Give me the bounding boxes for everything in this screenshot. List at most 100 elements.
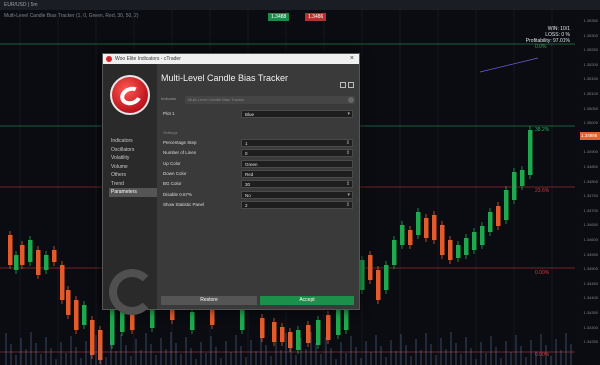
candle-body: [90, 320, 95, 355]
parameter-value: 30: [245, 182, 251, 188]
candle-body: [82, 305, 87, 325]
parameter-row: Down Color Red: [161, 169, 353, 178]
candle-body: [440, 225, 445, 255]
dialog-title: Woo Elite Indicators - cTrader: [115, 56, 181, 62]
level-label: 0.00%: [535, 352, 550, 358]
candle-body: [66, 290, 71, 315]
indicator-subtitle: Multi-Level Candle Bias Tracker (1, 0, G…: [4, 13, 139, 19]
indicator-label: Indicator: [161, 96, 177, 101]
heading-actions: [338, 75, 354, 93]
clear-icon[interactable]: [348, 97, 354, 103]
axis-tick-label: 1.34600: [583, 237, 598, 242]
trading-chart[interactable]: EUR/USD | 5m Multi-Level Candle Bias Tra…: [0, 0, 600, 365]
plot-row: Plot 1 Blue ▾: [161, 110, 353, 118]
parameter-row: Number of Lines 0 ⇕: [161, 149, 353, 158]
parameter-input[interactable]: Red: [241, 169, 353, 178]
spinner-icon[interactable]: ⇕: [346, 181, 350, 187]
parameter-input[interactable]: 0 ⇕: [241, 149, 353, 158]
axis-tick-label: 1.34700: [583, 207, 598, 213]
indicator-select[interactable]: Multi-Level Candle Bias Tracker: [185, 96, 355, 104]
candle-body: [190, 312, 195, 330]
window-tab-label: EUR/USD | 5m: [4, 2, 38, 8]
spinner-icon[interactable]: ⇕: [346, 202, 350, 208]
axis-tick-label: 1.35100: [583, 91, 598, 96]
candle-body: [44, 255, 49, 270]
candle-body: [14, 255, 19, 270]
plot-select[interactable]: Blue ▾: [241, 110, 353, 118]
axis-tick-label: 1.34300: [583, 324, 598, 330]
nav-item-indicators[interactable]: Indicators: [109, 137, 157, 146]
axis-tick-label: 1.35200: [583, 61, 598, 67]
nav-item-volatility[interactable]: Volatility: [109, 154, 157, 163]
candle-body: [480, 226, 485, 245]
parameter-row: Show Statistic Panel 2 ⇕: [161, 200, 353, 209]
dialog-content: Multi-Level Candle Bias Tracker Indicato…: [158, 64, 359, 309]
candle-body: [376, 270, 381, 300]
candle-body: [288, 332, 293, 348]
axis-tick-label: 1.34250: [583, 339, 598, 345]
nav-item-trend[interactable]: Trend: [109, 180, 157, 189]
parameter-row: Percentage Step 1 ⇕: [161, 139, 353, 147]
indicator-value: Multi-Level Candle Bias Tracker: [188, 97, 245, 102]
axis-tick-label: 1.34750: [583, 193, 598, 199]
sell-price-button[interactable]: 1.3486: [305, 13, 327, 21]
candle-body: [464, 238, 469, 255]
spinner-icon[interactable]: ⇕: [346, 150, 350, 156]
current-price-tag: 1.34886: [580, 132, 600, 140]
nav-item-parameters[interactable]: Parameters: [109, 188, 157, 197]
watermark-logo-icon: [109, 269, 155, 315]
parameter-label: Number of Lines: [163, 150, 197, 156]
candle-body: [28, 240, 33, 262]
indicator-settings-dialog: Woo Elite Indicators - cTrader × Indicat…: [102, 53, 360, 315]
axis-tick-label: 1.34650: [583, 222, 598, 228]
parameter-value: Red: [245, 171, 254, 177]
chevron-down-icon[interactable]: ▾: [347, 192, 350, 198]
candle-body: [240, 310, 245, 330]
load-icon[interactable]: [348, 82, 354, 88]
candle-body: [360, 260, 365, 290]
candle-body: [408, 230, 413, 245]
parameter-value: 0: [245, 151, 248, 157]
parameter-value: Green: [245, 161, 258, 167]
candle-body: [110, 305, 115, 345]
nav-item-others[interactable]: Others: [109, 171, 157, 180]
candle-body: [326, 315, 331, 340]
parameter-input[interactable]: 30 ⇕: [241, 180, 353, 189]
parameter-value: 2: [245, 202, 248, 208]
candle-body: [316, 320, 321, 345]
candle-body: [512, 172, 517, 200]
candle-body: [150, 308, 155, 328]
parameter-input[interactable]: Green: [241, 159, 353, 168]
spinner-icon[interactable]: ⇕: [346, 140, 350, 146]
window-tab[interactable]: EUR/USD | 5m: [0, 0, 600, 10]
axis-tick-label: 1.34350: [583, 310, 598, 315]
candle-body: [60, 265, 65, 300]
buy-price-button[interactable]: 1.3488: [268, 13, 290, 21]
axis-tick-label: 1.35050: [583, 105, 598, 111]
restore-button[interactable]: Restore: [161, 296, 257, 305]
dialog-titlebar[interactable]: Woo Elite Indicators - cTrader ×: [103, 54, 359, 64]
close-icon[interactable]: ×: [350, 55, 354, 62]
axis-tick-label: 1.34450: [583, 280, 598, 286]
candle-body: [496, 206, 501, 226]
parameter-input[interactable]: 2 ⇕: [241, 200, 353, 209]
dialog-sidebar: Indicators Oscillators Volatility Volume…: [103, 64, 157, 315]
candle-body: [400, 225, 405, 245]
candle-body: [384, 265, 389, 290]
chevron-down-icon: ▾: [347, 111, 350, 117]
accept-button[interactable]: Accept: [260, 296, 354, 305]
candle-body: [52, 250, 57, 262]
parameter-label: BG Color: [163, 181, 182, 187]
candle-body: [504, 190, 509, 220]
nav-item-oscillators[interactable]: Oscillators: [109, 146, 157, 155]
parameter-label: Down Color: [163, 170, 187, 176]
parameter-input[interactable]: 1 ⇕: [241, 139, 353, 147]
parameter-label: Disable 0.67%: [163, 191, 193, 197]
candle-body: [36, 250, 41, 275]
candle-body: [280, 327, 285, 342]
candle-body: [456, 245, 461, 258]
save-icon[interactable]: [340, 82, 346, 88]
plot-value: Blue: [245, 112, 255, 117]
parameter-input[interactable]: No ▾: [241, 190, 353, 199]
nav-item-volume[interactable]: Volume: [109, 163, 157, 172]
